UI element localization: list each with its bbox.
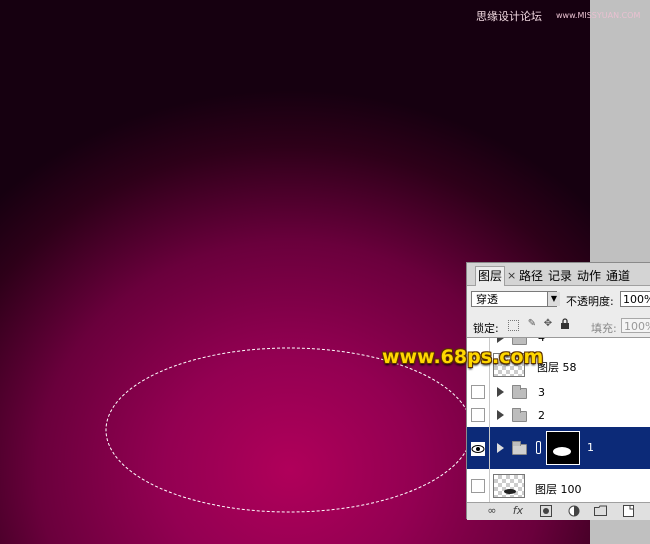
watermark-cn: 思缘设计论坛 [476, 10, 542, 23]
blend-mode-select[interactable]: 穿透 [471, 291, 557, 307]
mask-link-icon[interactable] [536, 441, 541, 454]
tab-layers[interactable]: 图层 [475, 266, 506, 286]
fx-icon[interactable]: fx [511, 505, 525, 517]
tab-actions[interactable]: 动作 [575, 267, 603, 285]
new-group-icon[interactable] [593, 505, 607, 517]
expand-triangle-icon[interactable] [497, 387, 504, 397]
layer-row-group-2[interactable]: 2 [467, 404, 650, 428]
site-watermark: www.68ps.com [382, 346, 544, 368]
layer-name: 1 [587, 441, 594, 454]
layer-row-group-1[interactable]: 1 [467, 427, 650, 470]
expand-triangle-icon[interactable] [497, 443, 504, 453]
visibility-toggle[interactable] [471, 479, 485, 493]
elliptical-marquee [105, 347, 473, 513]
thumb-shape [504, 489, 516, 494]
fill-input[interactable]: 100% [621, 318, 650, 333]
tab-channels[interactable]: 通道 [604, 267, 632, 285]
opacity-input[interactable]: 100% [620, 291, 650, 307]
folder-icon [512, 338, 527, 345]
fill-label: 填充: [591, 322, 617, 335]
lock-transparency-icon[interactable] [508, 320, 519, 331]
layer-name: 4 [538, 337, 545, 344]
mask-icon[interactable] [539, 505, 553, 517]
folder-icon [512, 441, 527, 455]
close-icon[interactable]: × [507, 269, 516, 282]
chevron-down-icon[interactable]: ▼ [547, 292, 560, 306]
visibility-toggle[interactable] [471, 408, 485, 422]
watermark-url: www.MISSYUAN.COM [556, 11, 641, 20]
layer-row-100[interactable]: 图层 100 [467, 469, 650, 503]
tab-paths[interactable]: 路径 [517, 267, 545, 285]
layer-name: 3 [538, 386, 545, 399]
tab-history[interactable]: 记录 [546, 267, 574, 285]
mask-shape [553, 447, 571, 456]
opacity-label: 不透明度: [566, 295, 614, 308]
expand-triangle-icon[interactable] [497, 410, 504, 420]
lock-label: 锁定: [473, 322, 499, 335]
link-icon[interactable]: ∞ [485, 505, 499, 517]
new-layer-icon[interactable] [621, 505, 635, 517]
move-icon[interactable]: ✥ [542, 318, 554, 330]
layer-name: 2 [538, 409, 545, 422]
eye-icon[interactable] [471, 441, 485, 456]
layer-row-group-3[interactable]: 3 [467, 381, 650, 405]
brush-icon[interactable]: ✎ [526, 318, 538, 330]
layer-thumbnail [493, 474, 525, 498]
folder-icon [512, 408, 527, 422]
layer-mask-thumbnail[interactable] [546, 431, 580, 465]
panel-tabs: 图层 × 路径 记录 动作 通道 [467, 263, 650, 286]
layers-panel: 图层 × 路径 记录 动作 通道 穿透 ▼ 不透明度: 100% 锁定: ✎ ✥… [466, 262, 650, 520]
expand-triangle-icon[interactable] [497, 338, 504, 343]
adjustment-icon[interactable] [567, 505, 581, 517]
layer-name: 图层 100 [535, 483, 582, 496]
lock-icon[interactable] [559, 318, 571, 330]
layers-footer: ∞ fx [467, 502, 650, 520]
folder-icon [512, 385, 527, 399]
visibility-toggle[interactable] [471, 385, 485, 399]
